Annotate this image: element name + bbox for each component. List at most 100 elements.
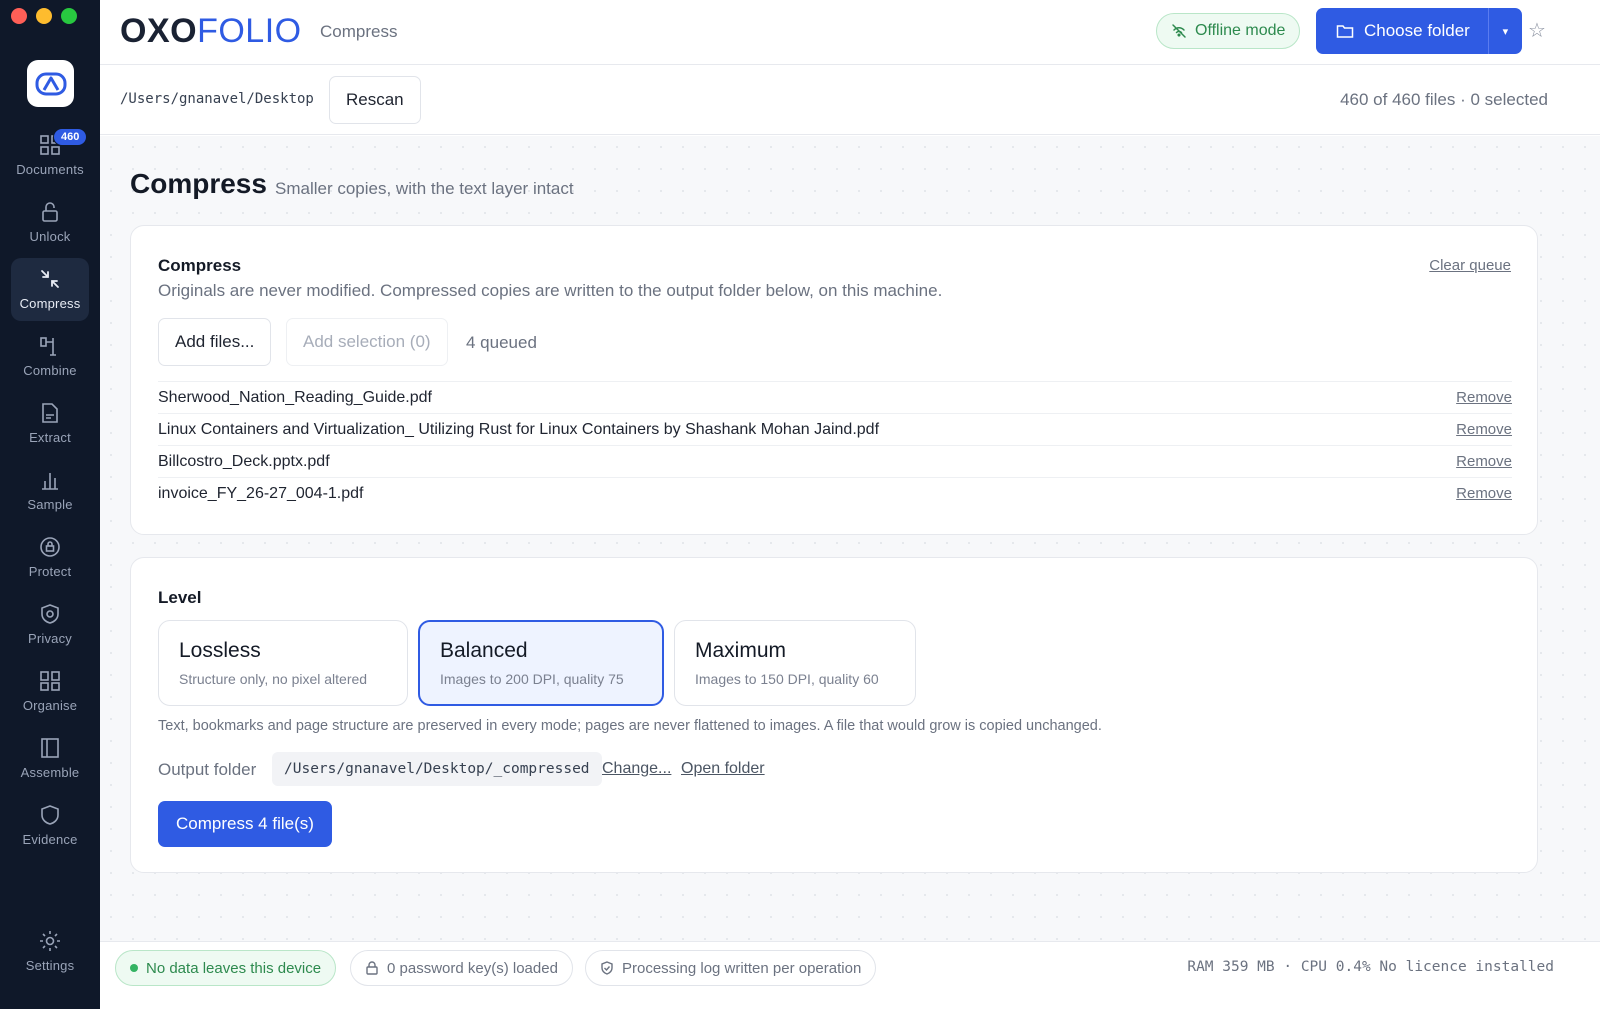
- sidebar-item-settings[interactable]: Settings: [11, 920, 89, 983]
- queued-file-name: Linux Containers and Virtualization_ Uti…: [158, 420, 880, 438]
- privacy-status-text: No data leaves this device: [146, 959, 322, 977]
- remove-file-link[interactable]: Remove: [1456, 453, 1512, 470]
- add-selection-button[interactable]: Add selection (0): [286, 318, 448, 366]
- sidebar-item-label: Assemble: [20, 765, 80, 780]
- combine-icon: [40, 337, 56, 356]
- top-bar: OXOFOLIO Compress Offline mode Choose fo…: [100, 0, 1600, 65]
- sidebar-item-label: Organise: [22, 698, 78, 713]
- sidebar-item-assemble[interactable]: Assemble: [11, 727, 89, 790]
- level-description: Images to 200 DPI, quality 75: [440, 671, 624, 687]
- choose-folder-split-button: Choose folder ▾: [1316, 8, 1522, 54]
- path-bar: /Users/gnanavel/Desktop Rescan 460 of 46…: [100, 65, 1600, 135]
- chevron-down-icon: ▾: [1502, 25, 1509, 38]
- system-status: RAM 359 MB · CPU 0.4% No licence install…: [1187, 959, 1554, 975]
- remove-file-link[interactable]: Remove: [1456, 421, 1512, 438]
- processing-log-text: Processing log written per operation: [622, 959, 862, 977]
- wifi-off-icon: [1172, 24, 1186, 38]
- evidence-shield-icon: [41, 805, 59, 825]
- list-item: invoice_FY_26-27_004-1.pdf Remove: [158, 477, 1512, 509]
- choose-folder-button[interactable]: Choose folder: [1316, 8, 1489, 54]
- compress-icon: [41, 270, 59, 288]
- window-controls: [11, 8, 77, 24]
- sidebar-item-extract[interactable]: Extract: [11, 392, 89, 455]
- sidebar-item-compress[interactable]: Compress: [11, 258, 89, 321]
- sidebar-item-label: Settings: [25, 958, 75, 973]
- organise-icon: [40, 671, 60, 691]
- list-item: Billcostro_Deck.pptx.pdf Remove: [158, 445, 1512, 477]
- level-title: Maximum: [695, 639, 787, 662]
- queued-file-name: Billcostro_Deck.pptx.pdf: [158, 452, 330, 470]
- page-title: Compress: [130, 168, 267, 199]
- compression-level-card: Level Lossless Structure only, no pixel …: [130, 557, 1538, 873]
- queue-card-description: Originals are never modified. Compressed…: [158, 281, 943, 300]
- processing-log-pill[interactable]: Processing log written per operation: [585, 950, 877, 986]
- brand-part1: OXO: [120, 12, 198, 50]
- unlock-icon: [42, 202, 58, 222]
- rescan-button[interactable]: Rescan: [329, 76, 421, 124]
- sidebar-item-privacy[interactable]: Privacy: [11, 593, 89, 656]
- level-title: Lossless: [179, 639, 261, 662]
- sidebar: 460 Documents Unlock Compress Combine Ex…: [0, 0, 100, 1009]
- compress-queue-card: Compress Originals are never modified. C…: [130, 225, 1538, 535]
- file-count-status: 460 of 460 files · 0 selected: [1340, 90, 1548, 109]
- remove-file-link[interactable]: Remove: [1456, 389, 1512, 406]
- sidebar-item-sample[interactable]: Sample: [11, 459, 89, 522]
- extract-icon: [42, 403, 58, 423]
- app-logo: [27, 60, 74, 107]
- queue-list: Sherwood_Nation_Reading_Guide.pdf Remove…: [158, 381, 1512, 509]
- remove-file-link[interactable]: Remove: [1456, 485, 1512, 502]
- level-description: Images to 150 DPI, quality 60: [695, 671, 879, 687]
- current-section-label: Compress: [320, 22, 398, 41]
- infinity-logo-icon: [35, 72, 66, 95]
- offline-mode-badge[interactable]: Offline mode: [1156, 13, 1301, 49]
- level-options: Lossless Structure only, no pixel altere…: [158, 620, 916, 706]
- open-output-folder-link[interactable]: Open folder: [681, 760, 765, 778]
- choose-folder-dropdown-button[interactable]: ▾: [1489, 25, 1522, 38]
- clear-queue-link[interactable]: Clear queue: [1429, 257, 1511, 274]
- sidebar-item-organise[interactable]: Organise: [11, 660, 89, 723]
- sidebar-item-label: Documents: [16, 162, 84, 177]
- status-bar: No data leaves this device 0 password ke…: [100, 941, 1600, 1009]
- zoom-window-button[interactable]: [61, 8, 77, 24]
- sidebar-item-label: Unlock: [29, 229, 71, 244]
- shield-check-icon: [601, 961, 613, 975]
- sidebar-item-protect[interactable]: Protect: [11, 526, 89, 589]
- minimize-window-button[interactable]: [36, 8, 52, 24]
- level-option-lossless[interactable]: Lossless Structure only, no pixel altere…: [158, 620, 408, 706]
- bar-chart-icon: [42, 473, 58, 490]
- queue-card-heading: Compress: [158, 256, 242, 275]
- sidebar-item-label: Privacy: [27, 631, 73, 646]
- sidebar-nav: 460 Documents Unlock Compress Combine Ex…: [0, 124, 100, 861]
- shield-lock-icon: [40, 537, 60, 557]
- star-icon[interactable]: ☆: [1528, 18, 1546, 43]
- main-content: Compress Smaller copies, with the text l…: [100, 136, 1600, 941]
- current-path: /Users/gnanavel/Desktop: [120, 91, 314, 107]
- sidebar-item-combine[interactable]: Combine: [11, 325, 89, 388]
- shield-icon: [41, 604, 59, 624]
- sidebar-item-label: Evidence: [22, 832, 78, 847]
- compress-files-button[interactable]: Compress 4 file(s): [158, 801, 332, 847]
- output-folder-label: Output folder: [158, 760, 257, 779]
- brand-part2: FOLIO: [197, 12, 302, 50]
- list-item: Linux Containers and Virtualization_ Uti…: [158, 413, 1512, 445]
- queued-count: 4 queued: [466, 333, 537, 352]
- add-files-button[interactable]: Add files...: [158, 318, 272, 366]
- sidebar-item-documents[interactable]: 460 Documents: [11, 124, 89, 187]
- sidebar-item-unlock[interactable]: Unlock: [11, 191, 89, 254]
- password-keys-text: 0 password key(s) loaded: [387, 959, 558, 977]
- level-title: Balanced: [440, 639, 528, 662]
- sidebar-item-label: Protect: [28, 564, 72, 579]
- gear-icon: [40, 931, 60, 951]
- queued-file-name: Sherwood_Nation_Reading_Guide.pdf: [158, 388, 432, 406]
- password-keys-pill[interactable]: 0 password key(s) loaded: [350, 950, 573, 986]
- list-item: Sherwood_Nation_Reading_Guide.pdf Remove: [158, 381, 1512, 413]
- change-output-folder-link[interactable]: Change...: [602, 760, 671, 778]
- level-option-balanced[interactable]: Balanced Images to 200 DPI, quality 75: [418, 620, 664, 706]
- status-dot-icon: [130, 964, 138, 972]
- sidebar-item-label: Sample: [27, 497, 73, 512]
- close-window-button[interactable]: [11, 8, 27, 24]
- folder-icon: [1336, 25, 1354, 38]
- lock-icon: [366, 961, 378, 975]
- level-option-maximum[interactable]: Maximum Images to 150 DPI, quality 60: [674, 620, 916, 706]
- sidebar-item-evidence[interactable]: Evidence: [11, 794, 89, 857]
